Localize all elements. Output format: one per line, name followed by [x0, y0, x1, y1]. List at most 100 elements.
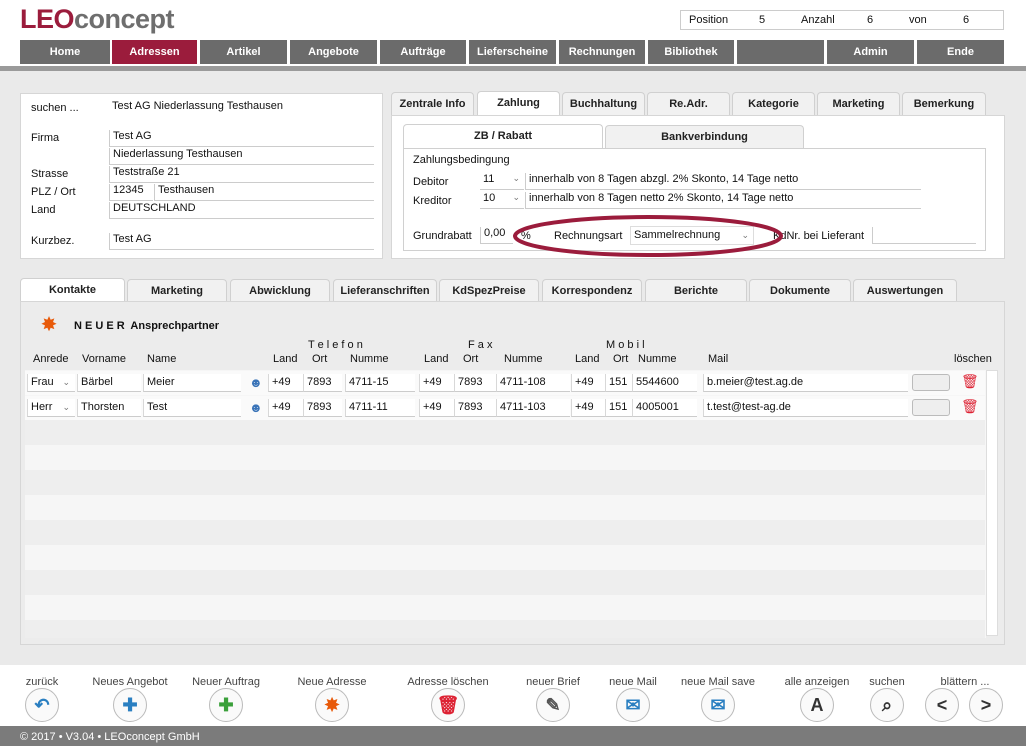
empty-row [25, 420, 985, 445]
nav-home[interactable]: Home [20, 40, 110, 64]
col-fax-ort: Ort [463, 353, 479, 365]
name-field[interactable]: Meier [143, 374, 241, 392]
mail-field[interactable]: b.meier@test.ag.de [703, 374, 908, 392]
land-field[interactable]: DEUTSCHLAND [109, 202, 374, 219]
fax-land[interactable]: +49 [419, 399, 454, 417]
prev-icon[interactable]: < [925, 688, 959, 722]
person-icon[interactable]: ☻ [249, 375, 263, 390]
back-arrow-icon[interactable]: ↶ [25, 688, 59, 722]
list-scrollbar[interactable] [986, 370, 998, 636]
new-contact-star-icon[interactable]: ✸ [36, 312, 62, 338]
nav-rechnungen[interactable]: Rechnungen [559, 40, 645, 64]
debitor-select[interactable]: 11 ⌄ [480, 173, 524, 190]
table-row[interactable]: Herr ⌄ Thorsten Test ☻ +49 7893 4711-11 +… [25, 396, 985, 420]
tab-berichte[interactable]: Berichte [645, 279, 747, 302]
nav-empty[interactable] [737, 40, 824, 64]
tab-marketing[interactable]: Marketing [127, 279, 227, 302]
firma-field-2[interactable]: Niederlassung Testhausen [109, 148, 374, 165]
tab-bemerkung[interactable]: Bemerkung [902, 92, 986, 115]
col-anrede: Anrede [33, 353, 69, 365]
trash-icon[interactable]: 🗑 [961, 373, 979, 390]
tel-nummer[interactable]: 4711-15 [345, 374, 415, 392]
group-mobil: M o b i l [606, 339, 645, 351]
nav-adressen[interactable]: Adressen [112, 40, 197, 64]
new-contact-label[interactable]: N E U E R Ansprechpartner [74, 320, 219, 332]
tab-zahlung[interactable]: Zahlung [477, 91, 560, 116]
person-icon[interactable]: ☻ [249, 400, 263, 415]
tel-ort[interactable]: 7893 [303, 374, 342, 392]
tab-marketing-top[interactable]: Marketing [817, 92, 900, 115]
new-offer-icon[interactable]: ✚ [113, 688, 147, 722]
tab-auswertungen[interactable]: Auswertungen [853, 279, 957, 302]
vorname-field[interactable]: Thorsten [77, 399, 141, 417]
anrede-select[interactable]: Herr ⌄ [27, 399, 75, 417]
tab-kategorie[interactable]: Kategorie [732, 92, 815, 115]
kurzbez-field[interactable]: Test AG [109, 233, 374, 250]
mob-land[interactable]: +49 [571, 399, 606, 417]
new-letter-icon[interactable]: ✎ [536, 688, 570, 722]
kdnr-label: KdNr. bei Lieferant [773, 230, 865, 242]
neues-angebot-label: Neues Angebot [92, 676, 168, 688]
subtab-zb-rabatt[interactable]: ZB / Rabatt [403, 124, 603, 149]
vorname-field[interactable]: Bärbel [77, 374, 141, 392]
position-value: 5 [759, 14, 766, 26]
plz-field[interactable]: 12345 [109, 184, 153, 201]
tel-land[interactable]: +49 [268, 399, 307, 417]
nav-lieferscheine[interactable]: Lieferscheine [469, 40, 556, 64]
tel-land[interactable]: +49 [268, 374, 307, 392]
kdnr-field[interactable] [872, 227, 976, 244]
next-icon[interactable]: > [969, 688, 1003, 722]
firma-field-1[interactable]: Test AG [109, 130, 374, 147]
neue-adresse-label: Neue Adresse [297, 676, 367, 688]
tab-kontakte[interactable]: Kontakte [20, 278, 125, 303]
ort-field[interactable]: Testhausen [154, 184, 374, 201]
mob-land[interactable]: +49 [571, 374, 606, 392]
tab-abwicklung[interactable]: Abwicklung [230, 279, 330, 302]
nav-ende[interactable]: Ende [917, 40, 1004, 64]
show-all-a-icon[interactable]: A [800, 688, 834, 722]
mob-nummer[interactable]: 5544600 [632, 374, 697, 392]
mail-field[interactable]: t.test@test-ag.de [703, 399, 908, 417]
search-field[interactable]: Test AG Niederlassung Testhausen [109, 100, 374, 116]
nav-admin[interactable]: Admin [827, 40, 914, 64]
tab-buchhaltung[interactable]: Buchhaltung [562, 92, 645, 115]
tab-kdspezpreise[interactable]: KdSpezPreise [439, 279, 539, 302]
new-mail-save-icon[interactable]: ✉ [701, 688, 735, 722]
grundrabatt-field[interactable]: 0,00 [480, 227, 513, 244]
fax-ort[interactable]: 7893 [454, 399, 496, 417]
new-order-icon[interactable]: ✚ [209, 688, 243, 722]
mail-send-button[interactable] [912, 399, 950, 416]
fax-nummer[interactable]: 4711-103 [496, 399, 570, 417]
nav-angebote[interactable]: Angebote [290, 40, 377, 64]
fax-ort[interactable]: 7893 [454, 374, 496, 392]
tel-ort[interactable]: 7893 [303, 399, 342, 417]
subtab-bankverbindung[interactable]: Bankverbindung [605, 125, 804, 148]
footer: © 2017 • V3.04 • LEOconcept GmbH [0, 726, 1026, 746]
fax-nummer[interactable]: 4711-108 [496, 374, 570, 392]
mob-ort[interactable]: 151 [605, 374, 632, 392]
mob-nummer[interactable]: 4005001 [632, 399, 697, 417]
nav-artikel[interactable]: Artikel [200, 40, 287, 64]
search-icon[interactable]: ⌕ [870, 688, 904, 722]
tab-dokumente[interactable]: Dokumente [749, 279, 851, 302]
mail-send-button[interactable] [912, 374, 950, 391]
mob-ort[interactable]: 151 [605, 399, 632, 417]
table-row[interactable]: Frau ⌄ Bärbel Meier ☻ +49 7893 4711-15 +4… [25, 371, 985, 395]
nav-auftraege[interactable]: Aufträge [380, 40, 466, 64]
kreditor-select[interactable]: 10 ⌄ [480, 192, 524, 209]
position-label: Position [689, 14, 729, 26]
fax-land[interactable]: +49 [419, 374, 454, 392]
tab-lieferanschriften[interactable]: Lieferanschriften [333, 279, 437, 302]
anrede-select[interactable]: Frau ⌄ [27, 374, 75, 392]
new-address-star-icon[interactable]: ✸ [315, 688, 349, 722]
nav-bibliothek[interactable]: Bibliothek [648, 40, 734, 64]
delete-address-trash-icon[interactable]: 🗑 [431, 688, 465, 722]
new-mail-icon[interactable]: ✉ [616, 688, 650, 722]
tab-zentrale-info[interactable]: Zentrale Info [391, 92, 474, 115]
tab-korrespondenz[interactable]: Korrespondenz [542, 279, 642, 302]
tab-re-adr[interactable]: Re.Adr. [647, 92, 730, 115]
trash-icon[interactable]: 🗑 [961, 398, 979, 415]
strasse-field[interactable]: Teststraße 21 [109, 166, 374, 183]
name-field[interactable]: Test [143, 399, 241, 417]
tel-nummer[interactable]: 4711-11 [345, 399, 415, 417]
